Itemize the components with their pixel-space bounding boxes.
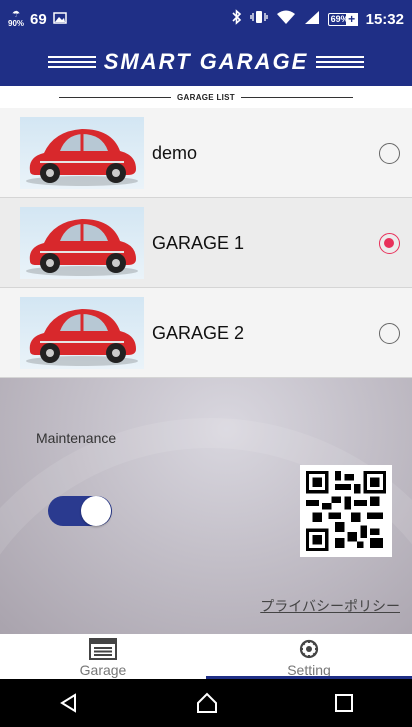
percent-badge-icon: ☂ 90%: [8, 9, 25, 28]
garage-row-demo[interactable]: demo: [0, 108, 412, 198]
car-icon: [26, 129, 138, 186]
header-stripes-left: [47, 56, 96, 68]
car-thumbnail: [20, 297, 144, 369]
maintenance-label: Maintenance: [36, 430, 117, 446]
status-badge: 90%: [8, 19, 25, 28]
recents-icon: [335, 694, 354, 712]
bluetooth-icon: [232, 9, 242, 29]
qr-code-icon: [306, 471, 386, 551]
garage-radio-demo[interactable]: [379, 143, 400, 164]
garage-name: GARAGE 1: [152, 233, 245, 253]
garage-list: demo GARAGE 1 GARAGE 2: [0, 108, 412, 378]
clock: 15:32: [365, 10, 404, 28]
recents-button[interactable]: [334, 693, 354, 713]
car-thumbnail: [20, 117, 144, 189]
status-bar: ☂ 90% 69 69% + 15:32: [0, 0, 412, 38]
signal-icon: [304, 10, 320, 29]
home-button[interactable]: [195, 691, 219, 715]
garage-list-heading: GARAGE LIST: [0, 86, 412, 108]
wifi-icon: [276, 10, 296, 29]
home-icon: [196, 692, 217, 713]
qr-code[interactable]: [300, 465, 392, 557]
app-header: SMART GARAGE: [0, 38, 412, 86]
app-title: SMART GARAGE: [103, 49, 309, 74]
settings-panel: Maintenance プライバシーポリシー: [0, 378, 412, 634]
garage-name: demo: [152, 143, 198, 163]
setting-icon: [299, 639, 319, 659]
garage-row-garage-2[interactable]: GARAGE 2: [0, 288, 412, 378]
notification-count: 69: [30, 10, 47, 28]
car-icon: [26, 309, 138, 366]
battery-indicator: 69% +: [327, 12, 358, 26]
garage-icon: [89, 638, 117, 660]
garage-name: GARAGE 2: [152, 323, 245, 343]
charging-icon: +: [345, 12, 358, 26]
back-button[interactable]: [58, 692, 80, 714]
garage-row-garage-1[interactable]: GARAGE 1: [0, 198, 412, 288]
bottom-tab-bar: Garage Setting: [0, 634, 412, 679]
toggle-knob: [81, 496, 111, 526]
section-title: GARAGE LIST: [177, 92, 235, 102]
back-icon: [59, 693, 76, 713]
car-icon: [26, 219, 138, 276]
garage-radio-garage-1[interactable]: [379, 233, 400, 254]
maintenance-toggle[interactable]: [48, 496, 112, 526]
vibrate-icon: [249, 10, 268, 28]
tab-label: Setting: [287, 662, 331, 678]
car-thumbnail: [20, 207, 144, 279]
tab-setting[interactable]: Setting: [206, 634, 412, 679]
system-nav-bar: [0, 679, 412, 727]
tab-garage[interactable]: Garage: [0, 634, 206, 679]
tab-label: Garage: [79, 662, 127, 678]
header-stripes-right: [316, 56, 365, 68]
garage-radio-garage-2[interactable]: [379, 323, 400, 344]
image-icon: [52, 11, 67, 28]
privacy-policy-link[interactable]: プライバシーポリシー: [260, 596, 400, 616]
